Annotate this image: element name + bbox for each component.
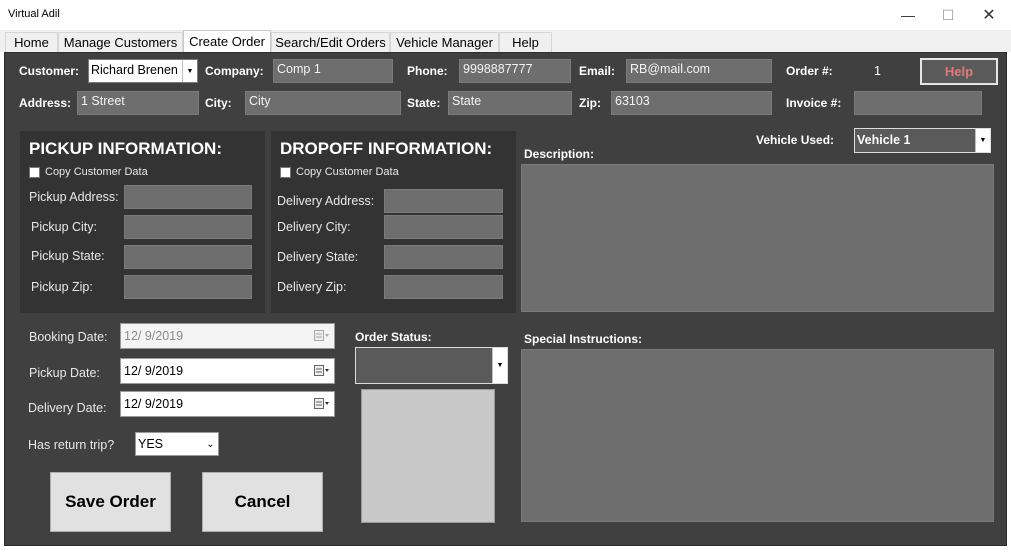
pickup-city-label: Pickup City: <box>31 220 97 234</box>
zip-label: Zip: <box>579 96 601 110</box>
pickup-section: PICKUP INFORMATION: Copy Customer Data P… <box>20 131 265 313</box>
company-label: Company: <box>205 64 264 78</box>
calendar-dropdown-icon <box>314 398 329 409</box>
phone-label: Phone: <box>407 64 448 78</box>
invoice-label: Invoice #: <box>786 96 842 110</box>
vehicle-select-value: Vehicle 1 <box>857 133 911 147</box>
maximize-button[interactable]: ☐ <box>925 0 971 30</box>
invoice-field[interactable] <box>854 91 982 115</box>
delivery-state-label: Delivery State: <box>277 250 359 264</box>
pickup-state-label: Pickup State: <box>31 249 105 263</box>
delivery-date-value: 12/ 9/2019 <box>124 397 184 411</box>
pickup-copy-label: Copy Customer Data <box>45 166 148 178</box>
delivery-city-label: Delivery City: <box>277 220 351 234</box>
pickup-state-field[interactable] <box>124 245 252 269</box>
pickup-zip-field[interactable] <box>124 275 252 299</box>
return-trip-select[interactable]: YES ⌄ <box>135 432 219 456</box>
delivery-date-picker[interactable]: 12/ 9/2019 <box>120 391 335 417</box>
address-field[interactable]: 1 Street <box>77 91 199 115</box>
tab-help[interactable]: Help <box>499 32 552 52</box>
pickup-city-field[interactable] <box>124 215 252 239</box>
vehicle-used-label: Vehicle Used: <box>756 133 835 147</box>
pickup-copy-checkbox[interactable] <box>29 167 40 178</box>
chevron-down-icon: ▼ <box>492 348 507 383</box>
booking-date-value: 12/ 9/2019 <box>124 329 184 343</box>
delivery-state-field[interactable] <box>384 245 503 269</box>
order-status-select[interactable]: ▼ <box>355 347 508 384</box>
pickup-address-label: Pickup Address: <box>29 190 119 204</box>
vehicle-select[interactable]: Vehicle 1 ▼ <box>854 128 991 153</box>
calendar-dropdown-icon <box>314 330 329 341</box>
chevron-down-icon: ▼ <box>975 129 990 152</box>
return-trip-value: YES <box>138 437 164 451</box>
order-status-label: Order Status: <box>355 330 432 344</box>
special-instructions-label: Special Instructions: <box>524 332 643 346</box>
tab-search-edit-orders[interactable]: Search/Edit Orders <box>271 32 390 52</box>
chevron-down-icon: ⌄ <box>203 433 218 455</box>
customer-label: Customer: <box>19 64 80 78</box>
dropoff-copy-label: Copy Customer Data <box>296 166 399 178</box>
tab-strip: Home Manage Customers Create Order Searc… <box>0 30 1011 52</box>
tab-create-order[interactable]: Create Order <box>183 30 271 52</box>
special-instructions-textarea[interactable] <box>521 349 994 522</box>
return-trip-label: Has return trip? <box>28 438 115 452</box>
delivery-address-label: Delivery Address: <box>277 194 375 208</box>
booking-date-label: Booking Date: <box>29 330 108 344</box>
pickup-date-picker[interactable]: 12/ 9/2019 <box>120 358 335 384</box>
delivery-address-field[interactable] <box>384 189 503 213</box>
order-number-label: Order #: <box>786 64 833 78</box>
state-label: State: <box>407 96 441 110</box>
tab-home[interactable]: Home <box>5 32 58 52</box>
dropoff-copy-checkbox[interactable] <box>280 167 291 178</box>
city-field[interactable]: City <box>245 91 401 115</box>
city-label: City: <box>205 96 232 110</box>
booking-date-picker[interactable]: 12/ 9/2019 <box>120 323 335 349</box>
window-title: Virtual Adil <box>8 8 60 20</box>
description-textarea[interactable] <box>521 164 994 312</box>
help-button[interactable]: Help <box>920 58 998 85</box>
tab-manage-customers[interactable]: Manage Customers <box>58 32 183 52</box>
dropoff-heading: DROPOFF INFORMATION: <box>280 139 493 158</box>
tab-vehicle-manager[interactable]: Vehicle Manager <box>390 32 499 52</box>
pickup-zip-label: Pickup Zip: <box>31 280 93 294</box>
close-button[interactable]: ✕ <box>966 0 1011 30</box>
title-bar: Virtual Adil — ☐ ✕ <box>0 0 1011 30</box>
pickup-date-label: Pickup Date: <box>29 366 100 380</box>
customer-select[interactable]: Richard Brenen ▼ <box>88 59 198 83</box>
description-label: Description: <box>524 147 595 161</box>
pickup-date-value: 12/ 9/2019 <box>124 364 184 378</box>
create-order-panel: Customer: Richard Brenen ▼ Company: Comp… <box>4 52 1007 546</box>
zip-field[interactable]: 63103 <box>611 91 772 115</box>
state-field[interactable]: State <box>448 91 572 115</box>
address-label: Address: <box>19 96 72 110</box>
calendar-dropdown-icon <box>314 365 329 376</box>
company-field[interactable]: Comp 1 <box>273 59 393 83</box>
save-order-button[interactable]: Save Order <box>50 472 171 532</box>
delivery-zip-field[interactable] <box>384 275 503 299</box>
cancel-button[interactable]: Cancel <box>202 472 323 532</box>
delivery-city-field[interactable] <box>384 215 503 239</box>
pickup-address-field[interactable] <box>124 185 252 209</box>
delivery-date-label: Delivery Date: <box>28 401 107 415</box>
email-label: Email: <box>579 64 616 78</box>
pickup-heading: PICKUP INFORMATION: <box>29 139 222 158</box>
customer-select-value: Richard Brenen <box>91 63 178 77</box>
delivery-zip-label: Delivery Zip: <box>277 280 347 294</box>
order-number-value: 1 <box>874 64 881 78</box>
phone-field[interactable]: 9998887777 <box>459 59 571 83</box>
dropoff-section: DROPOFF INFORMATION: Copy Customer Data … <box>271 131 516 313</box>
order-status-image <box>361 389 495 523</box>
email-field[interactable]: RB@mail.com <box>626 59 772 83</box>
chevron-down-icon: ▼ <box>182 60 197 82</box>
